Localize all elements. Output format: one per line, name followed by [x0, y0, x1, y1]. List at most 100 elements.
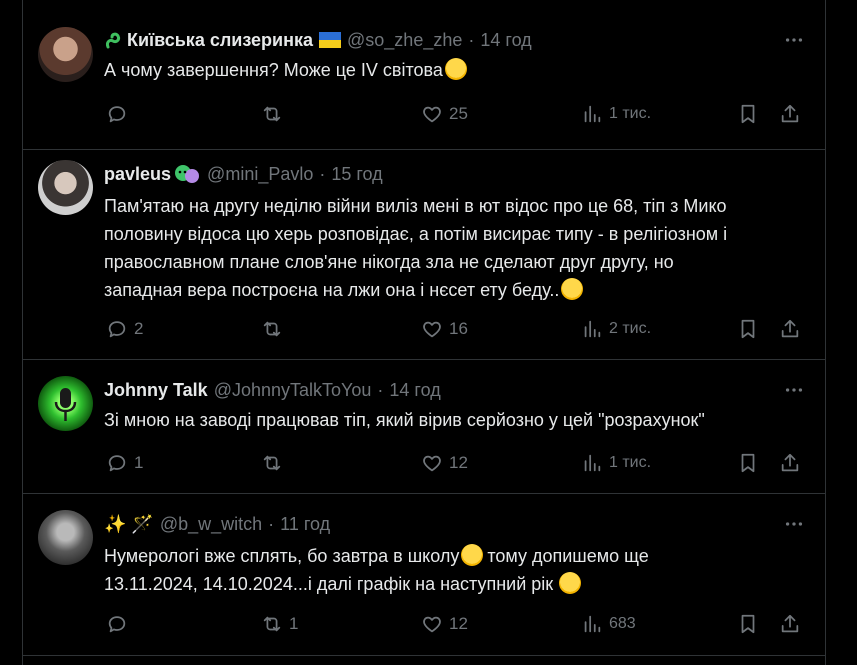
avatar[interactable] [38, 510, 93, 565]
display-name[interactable]: Johnny Talk [104, 380, 208, 401]
share-icon [781, 453, 799, 472]
share-button[interactable] [779, 103, 801, 125]
reply-button[interactable]: 2 [106, 318, 143, 340]
repost-icon [263, 321, 281, 337]
reply-icon [108, 455, 126, 472]
like-button[interactable]: 12 [421, 613, 468, 635]
display-name[interactable]: pavleus [104, 164, 171, 185]
views-chart-icon [584, 615, 601, 633]
tweet-text-line: Пам'ятаю на другу неділю війни виліз мен… [104, 196, 727, 216]
more-options-icon[interactable] [782, 28, 806, 52]
tweet-actions: 1 12 1 тис. [23, 451, 826, 475]
repost-icon [263, 106, 281, 122]
views-button[interactable]: 1 тис. [581, 103, 651, 125]
tweet-text-line: половину відоса цю херь розповідає, а по… [104, 224, 728, 244]
views-count: 1 тис. [609, 454, 652, 471]
reply-button[interactable] [106, 613, 134, 635]
timeline-feed: Київська слизеринка @so_zhe_zhe · 14 год… [22, 0, 826, 665]
views-chart-icon [584, 320, 601, 338]
repost-icon [263, 455, 281, 471]
repost-button[interactable] [261, 318, 289, 340]
like-count: 16 [449, 319, 468, 338]
tweet-header: ✨ 🪄 @b_w_witch · 11 год [104, 512, 810, 536]
views-count: 1 тис. [609, 105, 652, 122]
bookmark-button[interactable] [737, 452, 759, 474]
share-button[interactable] [779, 613, 801, 635]
bookmark-button[interactable] [737, 613, 759, 635]
tweet-text: А чому завершення? Може це IV світова [104, 56, 810, 84]
heart-icon [423, 106, 441, 123]
face-with-hand-over-mouth-emoji-icon [461, 544, 484, 566]
tweet-text: Пам'ятаю на другу неділю війни виліз мен… [104, 192, 810, 304]
more-options-icon[interactable] [782, 512, 806, 536]
avatar[interactable] [38, 376, 93, 431]
timestamp[interactable]: 14 год [480, 30, 531, 51]
bookmark-button[interactable] [737, 103, 759, 125]
like-button[interactable]: 12 [421, 452, 468, 474]
views-button[interactable]: 2 тис. [581, 318, 651, 340]
separator-dot: · [268, 513, 275, 534]
user-handle[interactable]: @so_zhe_zhe [347, 30, 462, 51]
separator-dot: · [377, 379, 384, 400]
like-count: 25 [449, 104, 468, 123]
tweet[interactable]: Johnny Talk @JohnnyTalkToYou · 14 год Зі… [23, 360, 826, 494]
avatar[interactable] [38, 27, 93, 82]
tweet-header: Київська слизеринка @so_zhe_zhe · 14 год [104, 28, 810, 52]
tweet-actions: 2 16 2 тис. [23, 317, 826, 341]
repost-count: 1 [289, 614, 299, 633]
user-handle[interactable]: @JohnnyTalkToYou [214, 380, 372, 401]
like-button[interactable]: 25 [421, 103, 468, 125]
reply-icon [108, 106, 126, 123]
tweet[interactable]: ✨ 🪄 @b_w_witch · 11 год Нумерологі вже с… [23, 494, 826, 656]
tweet-text: Нумерологі вже сплять, бо завтра в школу… [104, 542, 810, 598]
tweet-text-line: А чому завершення? Може це IV світова [104, 60, 443, 80]
views-button[interactable]: 683 [581, 613, 636, 635]
reply-button[interactable] [106, 103, 134, 125]
tweet[interactable]: pavleus @mini_Pavlo · 15 год Пам'ятаю на… [23, 150, 826, 360]
share-button[interactable] [779, 318, 801, 340]
views-count: 683 [609, 615, 636, 632]
share-button[interactable] [779, 452, 801, 474]
tweet[interactable]: Київська слизеринка @so_zhe_zhe · 14 год… [23, 0, 826, 150]
views-count: 2 тис. [609, 320, 652, 337]
tweet-text-line: тому допишемо ще [487, 546, 649, 566]
display-name[interactable]: ✨ 🪄 [104, 514, 154, 535]
repost-icon [263, 616, 281, 632]
tweet-text-line: западная вера построєна на лжи она і нєс… [104, 280, 560, 300]
grinning-sweat-emoji-icon [444, 58, 467, 80]
repost-button[interactable]: 1 [261, 613, 298, 635]
timestamp[interactable]: 11 год [280, 514, 330, 535]
reply-count: 2 [134, 319, 144, 338]
like-count: 12 [449, 453, 468, 472]
display-name[interactable]: Київська слизеринка [127, 30, 313, 51]
avatar[interactable] [38, 160, 93, 215]
timestamp[interactable]: 15 год [331, 164, 382, 185]
user-handle[interactable]: @b_w_witch [160, 514, 262, 535]
heart-icon [423, 321, 441, 338]
bookmark-icon [741, 614, 755, 634]
bookmark-button[interactable] [737, 318, 759, 340]
bookmark-icon [741, 104, 755, 124]
tweet-actions: 1 12 683 [23, 612, 826, 636]
repost-button[interactable] [261, 103, 289, 125]
like-button[interactable]: 16 [421, 318, 468, 340]
tweet-actions: 25 1 тис. [23, 102, 826, 126]
bookmark-icon [741, 319, 755, 339]
more-options-icon[interactable] [782, 378, 806, 402]
reply-icon [108, 616, 126, 633]
separator-dot: · [319, 163, 326, 184]
rolling-laughing-emoji-icon [559, 572, 582, 594]
tweet-text-line: Зі мною на заводі працював тіп, який вір… [104, 410, 705, 430]
heart-icon [423, 455, 441, 472]
timestamp[interactable]: 14 год [389, 380, 440, 401]
ukraine-flag-icon [319, 32, 342, 48]
reply-button[interactable]: 1 [106, 452, 143, 474]
tweet-text: Зі мною на заводі працював тіп, який вір… [104, 406, 810, 434]
reply-icon [108, 321, 126, 338]
tweet-text-line: Нумерологі вже сплять, бо завтра в школу [104, 546, 460, 566]
heart-icon [423, 616, 441, 633]
user-handle[interactable]: @mini_Pavlo [207, 164, 313, 185]
views-button[interactable]: 1 тис. [581, 452, 651, 474]
repost-button[interactable] [261, 452, 289, 474]
share-icon [781, 104, 799, 123]
